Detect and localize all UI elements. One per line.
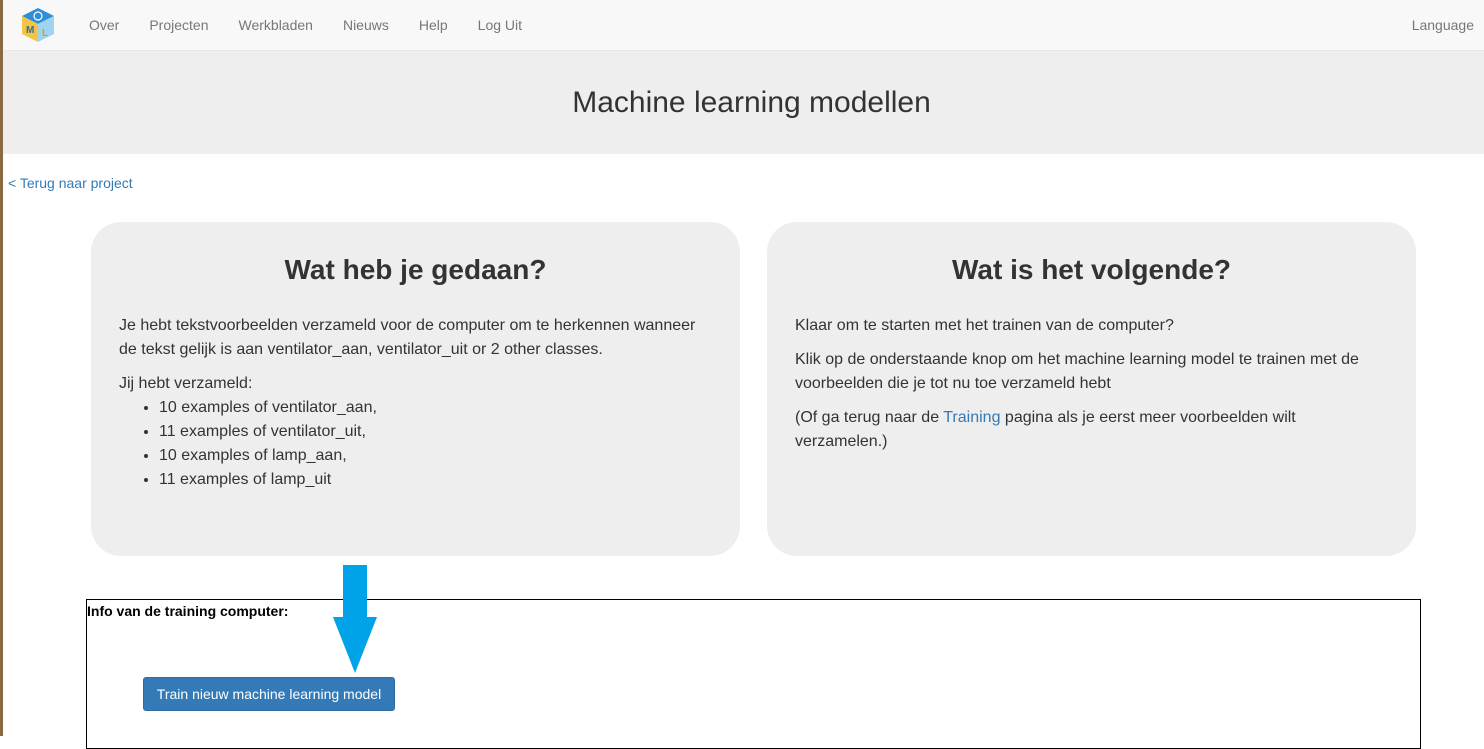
what-is-next-panel: Wat is het volgende? Klaar om te starten… bbox=[767, 222, 1416, 556]
nav-links: Over Projecten Werkbladen Nieuws Help Lo… bbox=[74, 0, 537, 50]
training-info-box: Info van de training computer: Train nie… bbox=[86, 599, 1421, 749]
nav-link-log-uit[interactable]: Log Uit bbox=[463, 0, 537, 50]
svg-text:L: L bbox=[42, 28, 48, 39]
navbar: M L Over Projecten Werkbladen Nieuws Hel… bbox=[3, 0, 1484, 51]
down-arrow-icon bbox=[333, 565, 377, 673]
right-panel-p1: Klaar om te starten met het trainen van … bbox=[795, 317, 1174, 334]
p3-prefix: (Of ga terug naar de bbox=[795, 409, 944, 426]
language-menu[interactable]: Language bbox=[1412, 0, 1474, 50]
nav-link-over[interactable]: Over bbox=[74, 0, 134, 50]
list-item: 10 examples of ventilator_aan, bbox=[159, 396, 712, 420]
nav-link-werkbladen[interactable]: Werkbladen bbox=[224, 0, 328, 50]
info-box-title: Info van de training computer: bbox=[87, 603, 289, 619]
train-model-button[interactable]: Train nieuw machine learning model bbox=[143, 677, 395, 711]
left-panel-heading: Wat heb je gedaan? bbox=[284, 254, 547, 285]
page-title: Machine learning modellen bbox=[572, 85, 931, 119]
right-panel-heading: Wat is het volgende? bbox=[952, 254, 1231, 285]
right-panel-p2: Klik op de onderstaande knop om het mach… bbox=[795, 351, 1359, 392]
list-item: 10 examples of lamp_aan, bbox=[159, 444, 712, 468]
svg-text:M: M bbox=[26, 25, 34, 36]
ml-cube-logo-icon[interactable]: M L bbox=[19, 6, 57, 44]
collected-label: Jij hebt verzameld: bbox=[119, 375, 253, 392]
right-panel-p3: (Of ga terug naar de Training pagina als… bbox=[795, 406, 1388, 454]
page-header: Machine learning modellen bbox=[3, 51, 1484, 154]
collected-examples-list: 10 examples of ventilator_aan, 11 exampl… bbox=[119, 396, 712, 492]
back-to-project-link[interactable]: < Terug naar project bbox=[8, 175, 133, 191]
training-link[interactable]: Training bbox=[943, 409, 1000, 426]
list-item: 11 examples of ventilator_uit, bbox=[159, 420, 712, 444]
nav-link-help[interactable]: Help bbox=[404, 0, 463, 50]
what-have-you-done-panel: Wat heb je gedaan? Je hebt tekstvoorbeel… bbox=[91, 222, 740, 556]
list-item: 11 examples of lamp_uit bbox=[159, 468, 712, 492]
nav-link-projecten[interactable]: Projecten bbox=[134, 0, 223, 50]
left-panel-intro: Je hebt tekstvoorbeelden verzameld voor … bbox=[119, 317, 696, 358]
nav-link-nieuws[interactable]: Nieuws bbox=[328, 0, 404, 50]
